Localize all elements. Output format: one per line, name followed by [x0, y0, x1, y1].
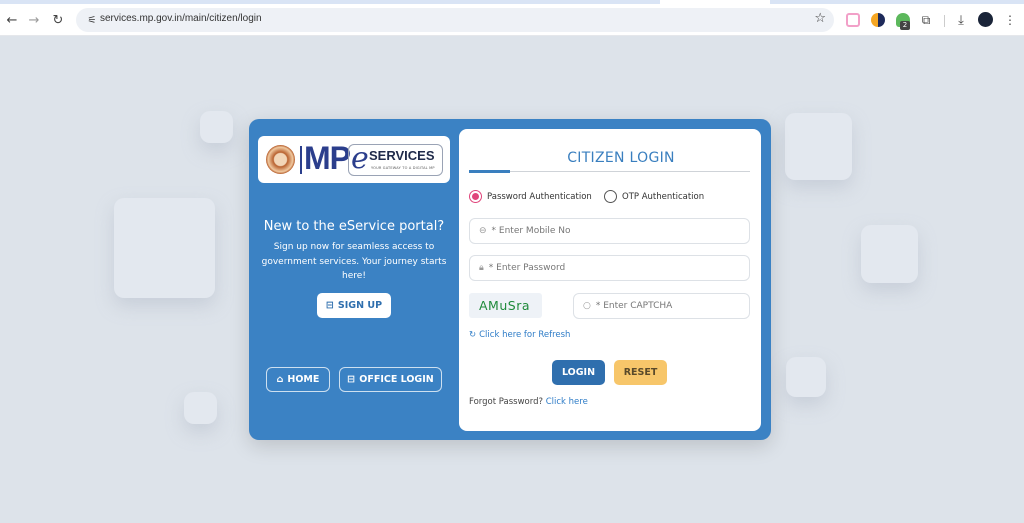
- site-settings-icon[interactable]: ⚟: [84, 12, 100, 28]
- lock-icon: 🔒︎: [479, 263, 484, 273]
- signup-description: Sign up now for seamless access to gover…: [261, 242, 447, 281]
- eservices-badge: e SERVICES YOUR GATEWAY TO A DIGITAL MP: [348, 141, 443, 176]
- mobile-input[interactable]: ⊖ * Enter Mobile No: [469, 218, 750, 244]
- captcha-image: AMuSra: [469, 293, 542, 318]
- home-icon: ⌂: [276, 374, 284, 385]
- menu-icon[interactable]: ⋮: [1000, 10, 1020, 30]
- captcha-circle-icon: ○: [583, 301, 591, 311]
- address-bar[interactable]: ⚟ services.mp.gov.in/main/citizen/login …: [76, 8, 834, 32]
- signup-panel: MP e SERVICES YOUR GATEWAY TO A DIGITAL …: [249, 119, 459, 440]
- refresh-icon: ↻: [469, 330, 477, 340]
- mp-eservices-logo: MP e SERVICES YOUR GATEWAY TO A DIGITAL …: [258, 136, 450, 183]
- browser-toolbar: ← → ↻ ⚟ services.mp.gov.in/main/citizen/…: [0, 4, 1024, 36]
- refresh-label: Click here for Refresh: [479, 330, 571, 340]
- home-button[interactable]: ⌂ HOME: [266, 367, 330, 392]
- mobile-placeholder: * Enter Mobile No: [491, 226, 571, 236]
- office-login-label: OFFICE LOGIN: [359, 374, 434, 385]
- captcha-placeholder: * Enter CAPTCHA: [595, 301, 673, 311]
- password-placeholder: * Enter Password: [488, 263, 566, 273]
- toolbar-divider: [944, 15, 945, 27]
- extensions-puzzle-icon[interactable]: ⧉: [916, 10, 936, 30]
- sign-in-icon: ⊟: [325, 300, 334, 311]
- extension-icon[interactable]: [871, 13, 885, 27]
- radio-password-auth[interactable]: Password Authentication: [469, 190, 592, 203]
- forgot-text: Forgot Password?: [469, 397, 543, 407]
- decorative-square: [114, 198, 215, 298]
- citizen-login-form: CITIZEN LOGIN Password Authentication OT…: [459, 129, 761, 431]
- password-input[interactable]: 🔒︎ * Enter Password: [469, 255, 750, 281]
- radio-label: OTP Authentication: [622, 191, 705, 202]
- forward-icon[interactable]: →: [24, 10, 44, 30]
- logo-mp-text: MP: [304, 140, 351, 176]
- extension-icon[interactable]: [846, 13, 860, 27]
- radio-unselected-icon[interactable]: [604, 190, 617, 203]
- signup-label: SIGN UP: [337, 300, 383, 311]
- logo-e-letter: e: [351, 141, 369, 176]
- logo-divider: [300, 146, 302, 174]
- bookmark-star-icon[interactable]: ☆: [814, 11, 826, 26]
- forgot-password-link[interactable]: Click here: [546, 397, 588, 407]
- reload-icon[interactable]: ↻: [48, 10, 68, 30]
- radio-label: Password Authentication: [487, 191, 592, 202]
- signup-heading: New to the eService portal?: [263, 219, 445, 234]
- profile-avatar[interactable]: [978, 12, 993, 27]
- login-button[interactable]: LOGIN: [552, 360, 605, 385]
- reset-button[interactable]: RESET: [614, 360, 667, 385]
- forgot-password: Forgot Password? Click here: [469, 397, 588, 407]
- extension-badge: 2: [900, 21, 910, 30]
- decorative-square: [200, 111, 233, 143]
- decorative-square: [785, 113, 852, 180]
- login-title: CITIZEN LOGIN: [567, 150, 675, 166]
- logo-tagline: YOUR GATEWAY TO A DIGITAL MP: [371, 166, 435, 170]
- signup-button[interactable]: ⊟ SIGN UP: [317, 293, 391, 318]
- home-label: HOME: [287, 374, 320, 385]
- logo-services-text: SERVICES: [369, 148, 435, 163]
- decorative-square: [184, 392, 217, 424]
- decorative-square: [861, 225, 918, 283]
- radio-selected-icon[interactable]: [469, 190, 482, 203]
- office-login-button[interactable]: ⊟ OFFICE LOGIN: [339, 367, 442, 392]
- radio-otp-auth[interactable]: OTP Authentication: [604, 190, 704, 203]
- downloads-icon[interactable]: ⤓: [951, 10, 971, 30]
- state-emblem-icon: [266, 145, 295, 174]
- url-text[interactable]: services.mp.gov.in/main/citizen/login: [100, 13, 262, 24]
- sign-in-icon: ⊟: [347, 374, 356, 385]
- title-accent: [469, 170, 510, 173]
- login-card: MP e SERVICES YOUR GATEWAY TO A DIGITAL …: [249, 119, 771, 440]
- user-icon: ⊖: [479, 226, 487, 236]
- back-icon[interactable]: ←: [2, 10, 22, 30]
- decorative-square: [786, 357, 826, 397]
- title-divider: [469, 171, 750, 172]
- refresh-captcha-link[interactable]: ↻ Click here for Refresh: [469, 330, 570, 340]
- captcha-input[interactable]: ○ * Enter CAPTCHA: [573, 293, 750, 319]
